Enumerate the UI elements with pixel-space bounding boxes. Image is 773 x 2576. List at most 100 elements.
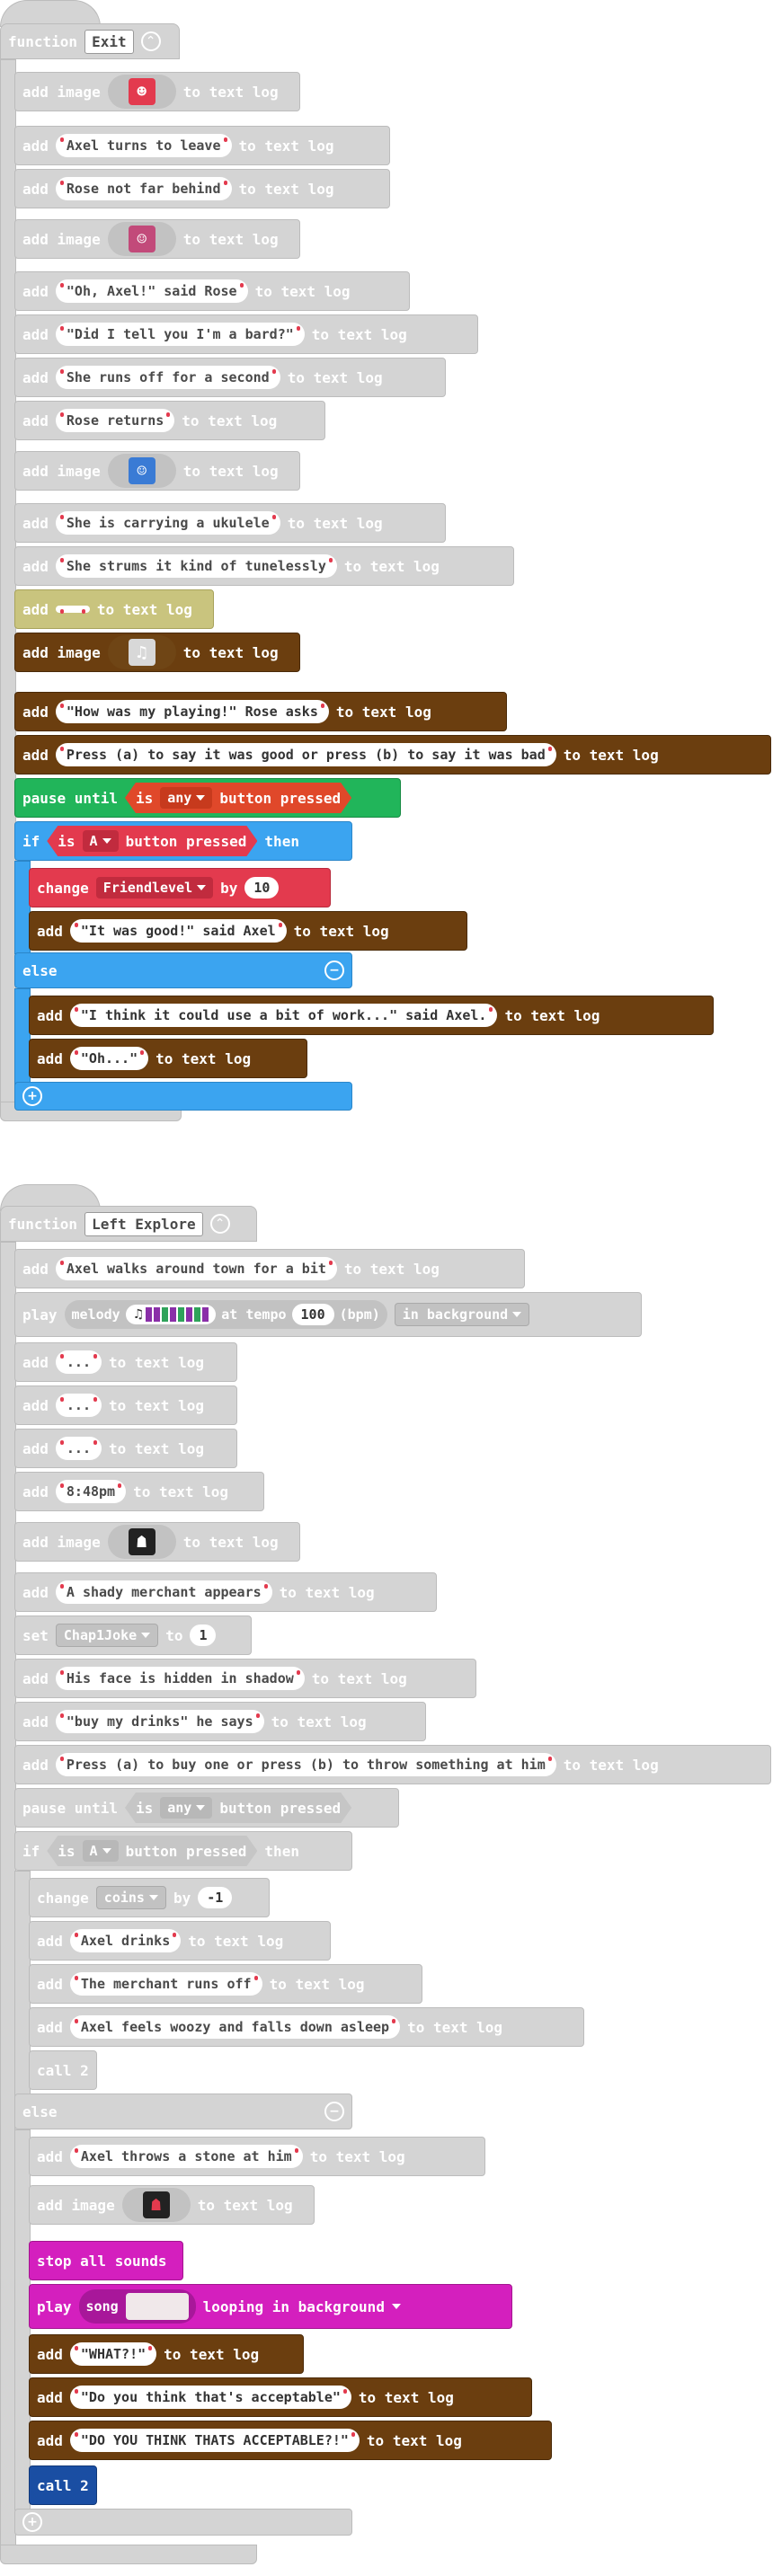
- number-field[interactable]: 1: [190, 1624, 217, 1646]
- song-icon[interactable]: [125, 2293, 189, 2320]
- add-text-block[interactable]: add "Oh, Axel!" said Rose to text log: [14, 271, 410, 311]
- add-text-block[interactable]: add "buy my drinks" he says to text log: [14, 1702, 426, 1741]
- add-text-block[interactable]: add Axel feels woozy and falls down asle…: [29, 2007, 584, 2047]
- text-field[interactable]: [55, 606, 90, 614]
- set-variable-block[interactable]: set Chap1Joke to 1: [14, 1616, 252, 1655]
- play-song-block[interactable]: play song looping in background: [29, 2284, 512, 2329]
- if-footer[interactable]: +: [14, 1082, 352, 1111]
- function-name-field[interactable]: Left Explore: [84, 1211, 203, 1236]
- text-field[interactable]: ...: [55, 1437, 102, 1460]
- add-text-block[interactable]: add "It was good!" said Axel to text log: [29, 911, 467, 951]
- play-melody-block[interactable]: play melody ♫ at tempo 100 (bpm) in back…: [14, 1292, 642, 1337]
- stop-all-sounds-block[interactable]: stop all sounds: [29, 2241, 183, 2280]
- text-field[interactable]: ...: [55, 1350, 102, 1374]
- button-dropdown[interactable]: A: [83, 830, 119, 852]
- text-field[interactable]: She runs off for a second: [55, 366, 280, 389]
- add-text-block-disabled[interactable]: add to text log: [14, 589, 214, 629]
- if-footer[interactable]: +: [14, 2509, 352, 2536]
- text-field[interactable]: She is carrying a ukulele: [55, 511, 280, 535]
- add-text-block[interactable]: add Axel walks around town for a bit to …: [14, 1249, 525, 1288]
- number-field[interactable]: -1: [198, 1887, 233, 1908]
- add-text-block[interactable]: add "Did I tell you I'm a bard?" to text…: [14, 314, 478, 354]
- text-field[interactable]: Press (a) to say it was good or press (b…: [55, 743, 556, 766]
- add-text-block[interactable]: add "Do you think that's acceptable" to …: [29, 2377, 532, 2417]
- function-header[interactable]: function Left Explore ⌃: [0, 1206, 257, 1242]
- if-header[interactable]: if is A button pressed then: [14, 821, 352, 861]
- variable-dropdown[interactable]: Friendlevel: [95, 877, 214, 899]
- add-image-block[interactable]: add image ☺ to text log: [14, 219, 300, 259]
- if-else-block[interactable]: if is A button pressed then change Frien…: [14, 821, 714, 1111]
- text-field[interactable]: "How was my playing!" Rose asks: [55, 700, 329, 723]
- add-image-block[interactable]: add image ☗ to text log: [29, 2185, 315, 2225]
- melody-block[interactable]: melody ♫ at tempo 100 (bpm): [64, 1300, 387, 1329]
- if-header[interactable]: if is A button pressed then: [14, 1831, 352, 1871]
- button-pressed-condition[interactable]: is A button pressed: [47, 1836, 257, 1866]
- add-text-block[interactable]: add ... to text log: [14, 1342, 237, 1382]
- text-field[interactable]: "WHAT?!": [69, 2342, 157, 2366]
- variable-dropdown[interactable]: Chap1Joke: [55, 1624, 159, 1647]
- add-branch-icon[interactable]: +: [22, 2512, 42, 2532]
- text-field[interactable]: She strums it kind of tunelessly: [55, 554, 337, 578]
- add-text-block[interactable]: add ... to text log: [14, 1385, 237, 1425]
- button-pressed-condition[interactable]: is any button pressed: [125, 1793, 351, 1823]
- text-field[interactable]: The merchant runs off: [69, 1972, 262, 1996]
- image-slot[interactable]: ♫: [107, 635, 176, 669]
- add-text-block[interactable]: add "I think it could use a bit of work.…: [29, 996, 714, 1035]
- text-field[interactable]: Axel feels woozy and falls down asleep: [69, 2015, 401, 2039]
- add-branch-icon[interactable]: +: [22, 1086, 42, 1106]
- text-field[interactable]: "I think it could use a bit of work..." …: [69, 1004, 498, 1027]
- add-text-block[interactable]: add Axel turns to leave to text log: [14, 126, 390, 165]
- text-field[interactable]: "It was good!" said Axel: [69, 919, 287, 943]
- text-field[interactable]: "Do you think that's acceptable": [69, 2386, 351, 2409]
- add-text-block[interactable]: add His face is hidden in shadow to text…: [14, 1659, 476, 1698]
- add-image-block[interactable]: add image ♫ to text log: [14, 633, 300, 672]
- else-header[interactable]: else −: [14, 2094, 352, 2129]
- melody-icon[interactable]: ♫: [125, 1305, 217, 1324]
- pause-until-block[interactable]: pause until is any button pressed: [14, 778, 401, 818]
- add-text-block[interactable]: add "How was my playing!" Rose asks to t…: [14, 692, 507, 731]
- tempo-field[interactable]: 100: [291, 1304, 334, 1325]
- image-slot[interactable]: ☗: [121, 2188, 191, 2222]
- image-slot[interactable]: ☻: [107, 75, 176, 109]
- song-block[interactable]: song: [78, 2289, 196, 2324]
- add-text-block[interactable]: add A shady merchant appears to text log: [14, 1572, 437, 1612]
- if-else-block[interactable]: if is A button pressed then change coins…: [14, 1831, 584, 2536]
- button-dropdown[interactable]: A: [83, 1840, 119, 1862]
- add-text-block[interactable]: add She is carrying a ukulele to text lo…: [14, 503, 446, 543]
- call-block[interactable]: call 2: [29, 2465, 97, 2505]
- text-field[interactable]: Press (a) to buy one or press (b) to thr…: [55, 1753, 556, 1776]
- variable-dropdown[interactable]: coins: [95, 1886, 166, 1909]
- add-text-block[interactable]: add "DO YOU THINK THATS ACCEPTABLE?!" to…: [29, 2421, 552, 2460]
- add-text-block[interactable]: add Rose not far behind to text log: [14, 169, 390, 208]
- add-text-block[interactable]: add Rose returns to text log: [14, 401, 325, 440]
- add-image-block[interactable]: add image ☗ to text log: [14, 1522, 300, 1562]
- function-header[interactable]: function Exit ⌃: [0, 23, 180, 59]
- text-field[interactable]: Rose not far behind: [55, 177, 232, 200]
- image-slot[interactable]: ☺: [107, 222, 176, 256]
- text-field[interactable]: 8:48pm: [55, 1480, 127, 1503]
- change-variable-block[interactable]: change coins by -1: [29, 1878, 270, 1917]
- chevron-down-icon[interactable]: [391, 2304, 401, 2309]
- text-field[interactable]: "DO YOU THINK THATS ACCEPTABLE?!": [69, 2429, 360, 2452]
- pause-until-block[interactable]: pause until is any button pressed: [14, 1788, 399, 1828]
- add-text-block[interactable]: add She runs off for a second to text lo…: [14, 358, 446, 397]
- text-field[interactable]: Axel turns to leave: [55, 134, 232, 157]
- add-image-block[interactable]: add image ☺ to text log: [14, 451, 300, 491]
- text-field[interactable]: "buy my drinks" he says: [55, 1710, 264, 1733]
- button-dropdown[interactable]: any: [160, 1797, 212, 1819]
- text-field[interactable]: "Oh, Axel!" said Rose: [55, 279, 248, 303]
- text-field[interactable]: His face is hidden in shadow: [55, 1667, 305, 1690]
- change-variable-block[interactable]: change Friendlevel by 10: [29, 868, 331, 907]
- text-field[interactable]: Axel throws a stone at him: [69, 2145, 303, 2168]
- text-field[interactable]: Rose returns: [55, 409, 175, 432]
- image-slot[interactable]: ☺: [107, 454, 176, 488]
- else-header[interactable]: else −: [14, 952, 352, 988]
- remove-branch-icon[interactable]: −: [324, 960, 344, 980]
- background-dropdown[interactable]: in background: [394, 1303, 530, 1326]
- text-field[interactable]: A shady merchant appears: [55, 1580, 272, 1604]
- button-pressed-condition[interactable]: is any button pressed: [125, 783, 351, 813]
- image-slot[interactable]: ☗: [107, 1525, 176, 1559]
- text-field[interactable]: ...: [55, 1394, 102, 1417]
- text-field[interactable]: "Did I tell you I'm a bard?": [55, 323, 305, 346]
- button-pressed-condition[interactable]: is A button pressed: [47, 826, 257, 856]
